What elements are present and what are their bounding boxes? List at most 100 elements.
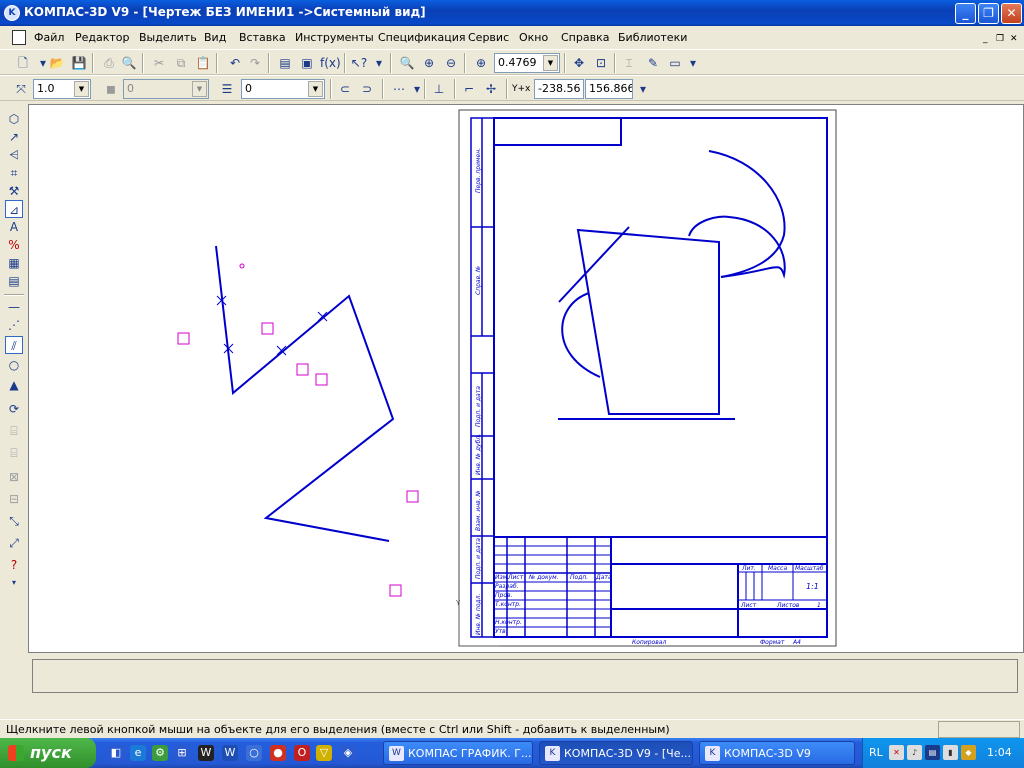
zoom-scale-icon[interactable]: ⊕ — [472, 54, 490, 72]
new-document-icon[interactable]: 🗋 — [14, 54, 32, 72]
associative-views-icon[interactable]: % — [5, 236, 23, 254]
network-status-icon[interactable]: ✕ — [889, 745, 904, 760]
equidistant-tool-icon[interactable]: ⤡ — [5, 512, 23, 530]
dimensions-panel-icon[interactable]: ↗ — [5, 128, 23, 146]
menu-specification[interactable]: Спецификация — [378, 31, 465, 44]
properties-area[interactable] — [32, 659, 1018, 693]
menu-insert[interactable]: Вставка — [239, 31, 286, 44]
fillet-tool-icon[interactable]: ⌸ — [5, 444, 23, 462]
aux-line-icon[interactable]: ⋰ — [5, 316, 23, 334]
more-tools-icon[interactable]: ▾ — [5, 574, 23, 592]
function-icon[interactable]: f(x) — [320, 54, 341, 72]
style-select[interactable]: 0 ▼ — [123, 79, 209, 99]
maximize-button[interactable]: ❐ — [978, 3, 999, 24]
cpu-monitor-icon[interactable]: ▮ — [943, 745, 958, 760]
help-dropdown-icon[interactable]: ▾ — [370, 54, 388, 72]
kompas-app-icon[interactable]: K — [4, 5, 20, 21]
chamfer-tool-icon[interactable]: ⊠ — [5, 468, 23, 486]
open-icon[interactable]: 📂 — [48, 54, 66, 72]
menu-help[interactable]: Справка — [561, 31, 609, 44]
mdi-restore-icon[interactable]: ❐ — [996, 34, 1004, 44]
task-kompas-3d[interactable]: K КОМПАС-3D V9 — [699, 741, 855, 765]
zoom-out-icon[interactable]: ⊖ — [442, 54, 460, 72]
window-title-bar[interactable]: K КОМПАС-3D V9 - [Чертеж БЕЗ ИМЕНИ1 ->Си… — [0, 0, 1024, 26]
coord-x-field[interactable]: -238.56 — [534, 79, 584, 99]
designations-panel-icon[interactable]: ⩤ — [5, 146, 23, 164]
word-icon[interactable]: W — [222, 745, 238, 761]
measure-panel-icon[interactable]: ⊿ — [5, 200, 23, 218]
help-pointer-icon[interactable]: ↖? — [350, 54, 368, 72]
menu-editor[interactable]: Редактор — [75, 31, 130, 44]
local-cs-icon[interactable]: ⊥ — [430, 80, 448, 98]
reports-panel-icon[interactable]: ▤ — [5, 272, 23, 290]
display-dropdown-icon[interactable]: ▾ — [684, 54, 702, 72]
parallel-line-tool-icon[interactable]: ⫽ — [5, 336, 23, 354]
circle-tool-icon[interactable]: ○ — [5, 356, 23, 374]
menu-window[interactable]: Окно — [519, 31, 548, 44]
spec-panel-icon[interactable]: ▦ — [5, 254, 23, 272]
snap-magnet-icon[interactable]: ⊂ — [336, 80, 354, 98]
rebuild-icon[interactable]: ⌶ — [620, 54, 638, 72]
display-settings-icon[interactable]: ▭ — [666, 54, 684, 72]
keyboard-icon[interactable]: ▤ — [925, 745, 940, 760]
tray-app-icon[interactable]: ◆ — [961, 745, 976, 760]
filter-icon[interactable]: ▽ — [316, 745, 332, 761]
search-icon[interactable]: ○ — [246, 745, 262, 761]
clock[interactable]: 1:04 — [987, 746, 1012, 759]
explorer-icon[interactable]: ⊞ — [174, 745, 190, 761]
language-indicator[interactable]: RL — [869, 746, 883, 759]
coord-y-field[interactable]: 156.866 — [585, 79, 633, 99]
network-icon[interactable]: ⚙ — [152, 745, 168, 761]
menu-service[interactable]: Сервис — [468, 31, 509, 44]
scale-icon[interactable]: ⤧ — [12, 80, 30, 98]
print-icon[interactable]: ⎙ — [100, 54, 118, 72]
zoom-in-icon[interactable]: ⊕ — [420, 54, 438, 72]
menu-select[interactable]: Выделить — [139, 31, 197, 44]
opera-icon[interactable]: O — [294, 745, 310, 761]
volume-icon[interactable]: ♪ — [907, 745, 922, 760]
coords-dropdown-icon[interactable]: ▾ — [634, 80, 652, 98]
print-preview-icon[interactable]: 🔍 — [120, 54, 138, 72]
layer-select[interactable]: 0 ▼ — [241, 79, 325, 99]
segment-tool-icon[interactable]: — — [5, 298, 23, 316]
task-kompas-grafik[interactable]: W КОМПАС ГРАФИК. Г... — [383, 741, 533, 765]
style-icon[interactable]: ◼ — [102, 80, 120, 98]
zoom-window-icon[interactable]: 🔍 — [398, 54, 416, 72]
media-icon[interactable]: ● — [270, 745, 286, 761]
zoom-input[interactable]: 0.4769 ▼ — [494, 53, 560, 73]
save-icon[interactable]: 💾 — [70, 54, 88, 72]
round-coordinates-icon[interactable]: ✢ — [482, 80, 500, 98]
hatch-tool-icon[interactable]: ⌸ — [5, 422, 23, 440]
drawing-svg[interactable]: Перв. примен. Справ. № Подп. и дата Инв.… — [29, 105, 1024, 653]
style-dropdown-arrow[interactable]: ▼ — [192, 81, 207, 97]
document-icon[interactable] — [12, 30, 26, 45]
layer-dropdown-arrow[interactable]: ▼ — [308, 81, 323, 97]
drawing-canvas[interactable]: Перв. примен. Справ. № Подп. и дата Инв.… — [28, 104, 1024, 653]
cut-icon[interactable]: ✂ — [150, 54, 168, 72]
start-button[interactable]: пуск — [0, 738, 96, 768]
edit-panel-icon[interactable]: ⌗ — [5, 164, 23, 182]
undo-icon[interactable]: ↶ — [226, 54, 244, 72]
layers-icon[interactable]: ☰ — [218, 80, 236, 98]
redo-icon[interactable]: ↷ — [246, 54, 264, 72]
mdi-minimize-icon[interactable]: _ — [983, 34, 988, 44]
menu-tools[interactable]: Инструменты — [295, 31, 374, 44]
manager-icon[interactable]: ▤ — [276, 54, 294, 72]
menu-view[interactable]: Вид — [204, 31, 226, 44]
contour-tool-icon[interactable]: ⊟ — [5, 490, 23, 508]
minimize-button[interactable]: _ — [955, 3, 976, 24]
zoom-dropdown-arrow[interactable]: ▼ — [543, 55, 558, 71]
grid-icon[interactable]: ⋯ — [390, 80, 408, 98]
select-panel-icon[interactable]: A — [5, 218, 23, 236]
copy-icon[interactable]: ⧉ — [172, 54, 190, 72]
spline-tool-icon[interactable]: ⤢ — [5, 534, 23, 552]
pan-icon[interactable]: ✥ — [570, 54, 588, 72]
ortho-mode-icon[interactable]: ⌐ — [460, 80, 478, 98]
parametrization-panel-icon[interactable]: ⚒ — [5, 182, 23, 200]
point-tool-icon[interactable]: ▲ — [5, 376, 23, 394]
variables-icon[interactable]: ▣ — [298, 54, 316, 72]
internet-explorer-icon[interactable]: e — [130, 745, 146, 761]
arc-tool-icon[interactable]: ⟳ — [5, 400, 23, 418]
geometry-panel-icon[interactable]: ⬡ — [5, 110, 23, 128]
winamp-icon[interactable]: W — [198, 745, 214, 761]
